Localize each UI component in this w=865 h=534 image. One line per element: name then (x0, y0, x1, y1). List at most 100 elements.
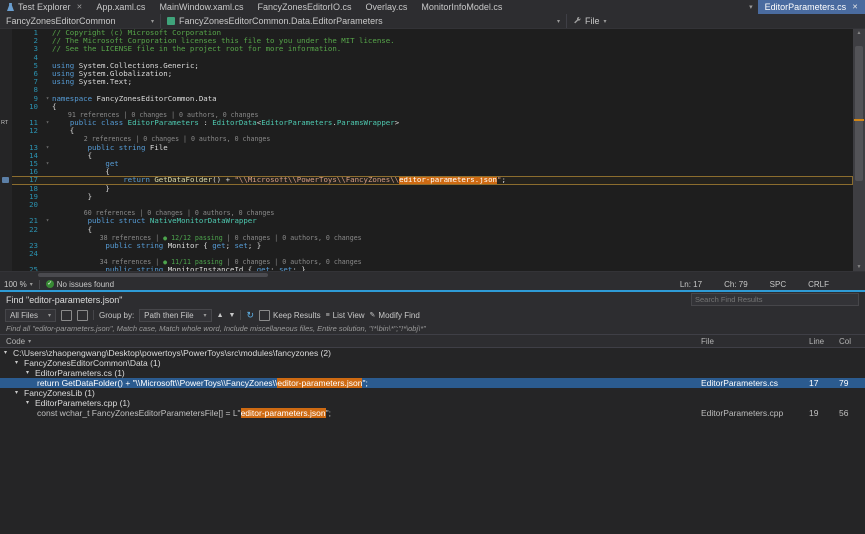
expander-icon[interactable]: ▾ (15, 358, 24, 368)
code-line[interactable]: 15▾ get (0, 160, 853, 168)
expand-all-icon[interactable] (61, 310, 72, 321)
code-line[interactable]: 22 { (0, 226, 853, 234)
fold-margin (43, 185, 52, 193)
codelens-row[interactable]: 38 references | ● 12/12 passing | 0 chan… (0, 234, 853, 242)
code-line[interactable]: 20 (0, 201, 853, 209)
tab-app-xaml-cs[interactable]: App.xaml.cs (89, 0, 152, 14)
char-indicator[interactable]: Ch: 79 (724, 280, 748, 289)
editor-horizontal-scrollbar[interactable] (0, 271, 865, 278)
code-line[interactable]: 9▾namespace FancyZonesEditorCommon.Data (0, 95, 853, 103)
result-group-row[interactable]: ▾C:\Users\zhaopengwang\Desktop\powertoys… (0, 348, 865, 358)
project-dropdown-label: FancyZonesEditorCommon (6, 16, 116, 26)
column-header-code[interactable]: Code ▾ (0, 337, 701, 346)
code-line[interactable]: 23 public string Monitor { get; set; } (0, 242, 853, 250)
refresh-icon[interactable]: ↻ (246, 310, 254, 321)
collapse-all-icon[interactable] (77, 310, 88, 321)
code-line[interactable]: 18 } (0, 185, 853, 193)
column-header-line[interactable]: Line (809, 337, 839, 346)
tab-mainwindow-xaml-cs[interactable]: MainWindow.xaml.cs (152, 0, 250, 14)
code-line[interactable]: 13▾ public string File (0, 144, 853, 152)
codelens-row[interactable]: 34 references | ● 11/11 passing | 0 chan… (0, 258, 853, 266)
scroll-up-arrow-icon[interactable]: ▲ (853, 29, 865, 37)
result-match-row[interactable]: const wchar_t FancyZonesEditorParameters… (0, 408, 865, 418)
tab-overflow-chevron-icon[interactable]: ▾ (744, 3, 758, 11)
search-find-results-input[interactable] (691, 293, 859, 306)
line-number: 24 (12, 250, 43, 258)
sort-descending-icon[interactable]: ▼ (229, 312, 236, 319)
fold-chevron-icon[interactable]: ▾ (43, 95, 52, 103)
close-icon[interactable]: ✕ (77, 3, 83, 11)
tab-monitorinfomodel-cs[interactable]: MonitorInfoModel.cs (414, 0, 509, 14)
column-header-col[interactable]: Col (839, 337, 865, 346)
code-line[interactable]: 6using System.Globalization; (0, 70, 853, 78)
close-icon[interactable]: ✕ (852, 3, 858, 11)
line-indicator[interactable]: Ln: 17 (680, 280, 702, 289)
code-line[interactable]: 1// Copyright (c) Microsoft Corporation (0, 29, 853, 37)
document-health-indicator[interactable]: ✓ No issues found (46, 280, 114, 289)
code-line[interactable]: 8 (0, 86, 853, 94)
tab-fancyzoneseditorio-cs[interactable]: FancyZonesEditorIO.cs (250, 0, 358, 14)
code-line[interactable]: 7using System.Text; (0, 78, 853, 86)
codelens-row[interactable]: 60 references | 0 changes | 0 authors, 0… (0, 209, 853, 217)
tab-overlay-cs[interactable]: Overlay.cs (359, 0, 415, 14)
result-match-row[interactable]: return GetDataFolder() + "\\Microsoft\\P… (0, 378, 865, 388)
fold-chevron-icon[interactable]: ▾ (43, 144, 52, 152)
modify-find-button[interactable]: ✎ Modify Find (370, 311, 420, 320)
fold-chevron-icon[interactable]: ▾ (43, 160, 52, 168)
code-line[interactable]: 19 } (0, 193, 853, 201)
code-line[interactable]: 12 { (0, 127, 853, 135)
member-dropdown[interactable]: File ▾ (567, 14, 865, 28)
zoom-dropdown[interactable]: 100 % ▾ (4, 280, 33, 289)
expander-icon[interactable]: ▾ (26, 398, 35, 408)
expander-icon[interactable]: ▾ (26, 368, 35, 378)
tab-editorparameters-cs[interactable]: EditorParameters.cs ✕ (758, 0, 865, 14)
expander-icon[interactable]: ▾ (15, 388, 24, 398)
eol-indicator[interactable]: CRLF (808, 280, 829, 289)
code-line[interactable]: 16 { (0, 168, 853, 176)
scroll-down-arrow-icon[interactable]: ▼ (853, 263, 865, 271)
expander-icon[interactable]: ▾ (4, 348, 13, 358)
result-group-row[interactable]: ▾FancyZonesLib (1) (0, 388, 865, 398)
codelens-row[interactable]: 2 references | 0 changes | 0 authors, 0 … (0, 135, 853, 143)
code-editor[interactable]: 1// Copyright (c) Microsoft Corporation2… (0, 29, 865, 271)
code-line[interactable]: 24 (0, 250, 853, 258)
chevron-down-icon: ▾ (28, 338, 31, 345)
glyph-margin (0, 95, 12, 103)
code-line[interactable]: 17 return GetDataFolder() + "\\Microsoft… (0, 176, 853, 184)
group-by-dropdown[interactable]: Path then File ▾ (139, 309, 211, 322)
code-text: { (52, 152, 853, 160)
results-column-headers: Code ▾ File Line Col (0, 334, 865, 348)
keep-results-button[interactable]: Keep Results (259, 310, 321, 321)
scrollbar-thumb[interactable] (38, 273, 268, 277)
codelens-row[interactable]: 91 references | 0 changes | 0 authors, 0… (0, 111, 853, 119)
glyph-margin (0, 160, 12, 168)
project-dropdown[interactable]: FancyZonesEditorCommon ▾ (0, 14, 161, 28)
result-group-row[interactable]: ▾EditorParameters.cs (1) (0, 368, 865, 378)
code-line[interactable]: 21▾ public struct NativeMonitorDataWrapp… (0, 217, 853, 225)
scrollbar-thumb[interactable] (855, 46, 863, 182)
code-line[interactable]: 2// The Microsoft Corporation licenses t… (0, 37, 853, 45)
code-line[interactable]: 4 (0, 54, 853, 62)
fold-margin (43, 127, 52, 135)
code-line[interactable]: 10{ (0, 103, 853, 111)
editor-vertical-scrollbar[interactable]: ▲ ▼ (853, 29, 865, 271)
fold-chevron-icon[interactable]: ▾ (43, 217, 52, 225)
list-view-button[interactable]: ≡ List View (326, 311, 365, 320)
line-number: 19 (12, 193, 43, 201)
caret-position-group: Ln: 17 Ch: 79 SPC CRLF (658, 280, 829, 289)
code-line[interactable]: 3// See the LICENSE file in the project … (0, 45, 853, 53)
tab-test-explorer[interactable]: Test Explorer✕ (0, 0, 89, 14)
type-dropdown[interactable]: FancyZonesEditorCommon.Data.EditorParame… (161, 14, 567, 28)
code-line[interactable]: RT11▾ public class EditorParameters : Ed… (0, 119, 853, 127)
result-group-row[interactable]: ▾FancyZonesEditorCommon\Data (1) (0, 358, 865, 368)
code-line[interactable]: 14 { (0, 152, 853, 160)
result-group-row[interactable]: ▾EditorParameters.cpp (1) (0, 398, 865, 408)
scope-dropdown[interactable]: All Files ▾ (5, 309, 56, 322)
column-header-file[interactable]: File (701, 337, 809, 346)
code-text: public class EditorParameters : EditorDa… (52, 119, 853, 127)
indent-indicator[interactable]: SPC (770, 280, 786, 289)
chevron-down-icon: ▾ (151, 18, 154, 25)
fold-chevron-icon[interactable]: ▾ (43, 119, 52, 127)
code-line[interactable]: 5using System.Collections.Generic; (0, 62, 853, 70)
sort-ascending-icon[interactable]: ▲ (217, 312, 224, 319)
